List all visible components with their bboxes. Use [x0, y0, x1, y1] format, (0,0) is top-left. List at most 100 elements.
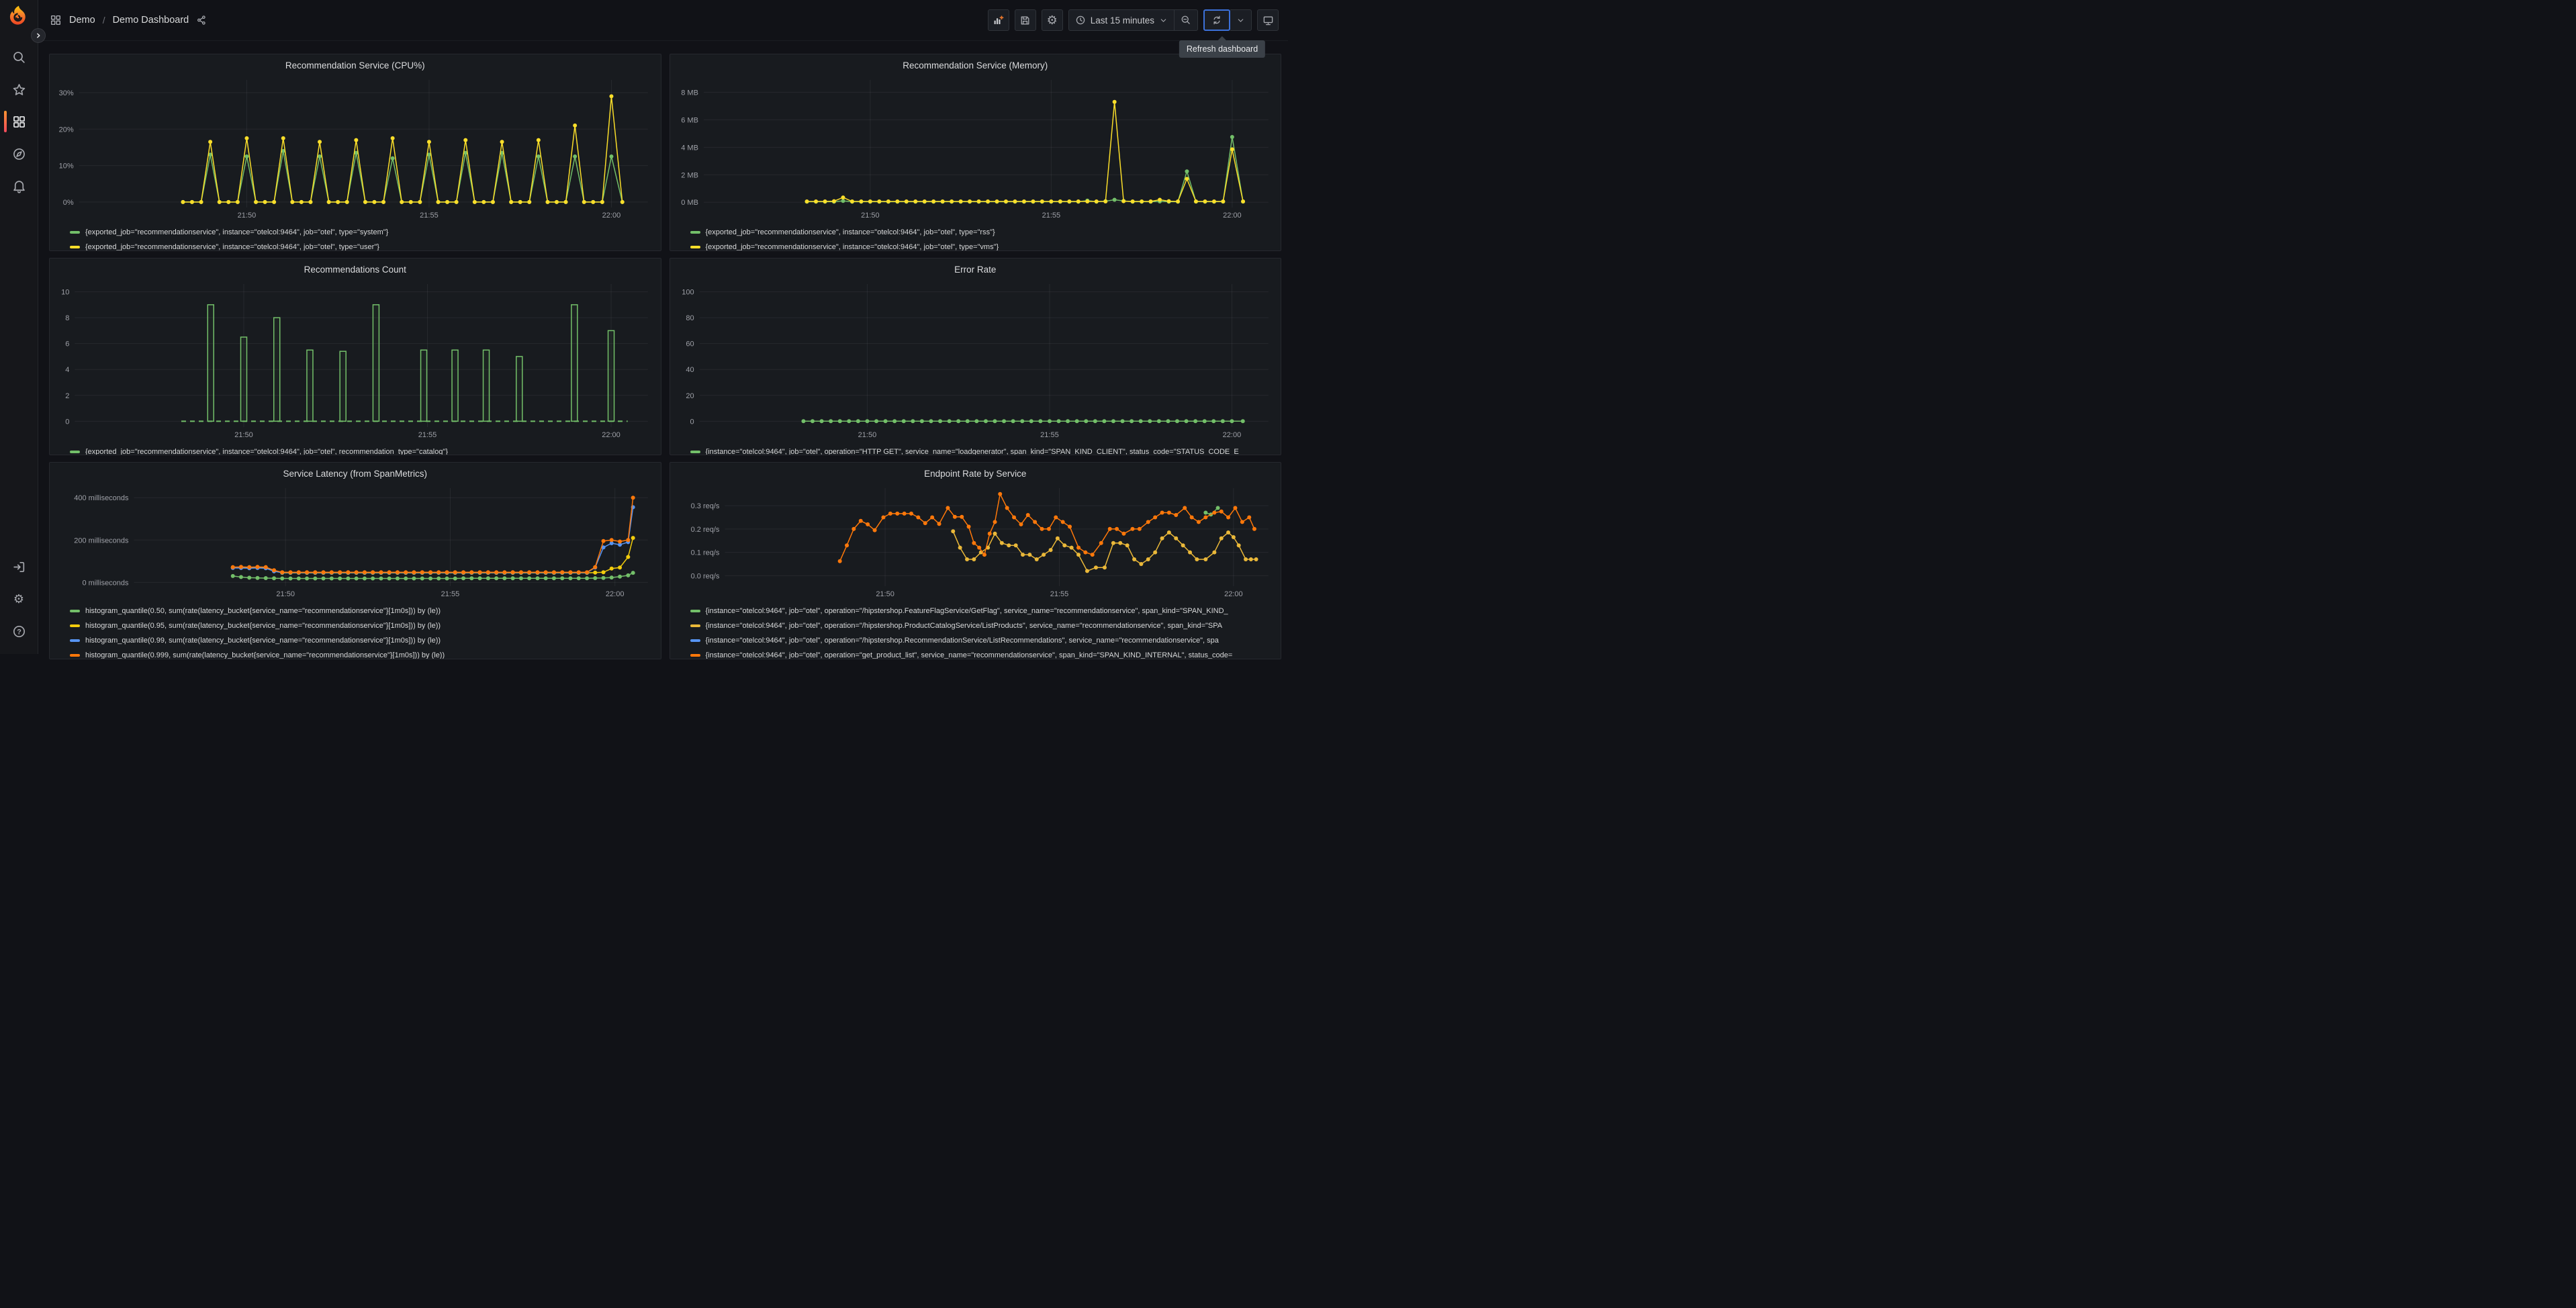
- svg-text:21:55: 21:55: [441, 590, 460, 598]
- legend-label: histogram_quantile(0.99, sum(rate(latenc…: [85, 637, 441, 645]
- legend-item[interactable]: {instance="otelcol:9464", job="otel", op…: [690, 618, 1275, 633]
- sidebar-item-settings[interactable]: ⚙: [0, 583, 38, 615]
- legend-label: {instance="otelcol:9464", job="otel", op…: [705, 448, 1239, 455]
- refresh-interval-dropdown[interactable]: [1230, 9, 1252, 31]
- panel-title[interactable]: Recommendation Service (Memory): [677, 58, 1275, 73]
- svg-text:6 MB: 6 MB: [681, 116, 698, 124]
- legend-label: histogram_quantile(0.999, sum(rate(laten…: [85, 651, 445, 659]
- legend-item[interactable]: {exported_job="recommendationservice", i…: [70, 225, 654, 240]
- svg-text:100: 100: [682, 289, 694, 297]
- legend-item[interactable]: {instance="otelcol:9464", job="otel", op…: [690, 445, 1275, 455]
- svg-text:21:55: 21:55: [1050, 590, 1068, 598]
- legend-label: {exported_job="recommendationservice", i…: [705, 228, 995, 236]
- time-series-chart[interactable]: 21:50 21:55 22:00 0 20 40 60 80 100: [677, 277, 1275, 442]
- svg-text:8: 8: [65, 314, 69, 322]
- legend-item[interactable]: {exported_job="recommendationservice", i…: [690, 225, 1275, 240]
- zoom-out-icon: [1181, 15, 1190, 24]
- sidebar-item-dashboards[interactable]: [0, 105, 38, 138]
- dashboard-toolbar: ⚙ Last 15 minutes: [987, 9, 1279, 31]
- active-indicator: [4, 111, 7, 132]
- svg-text:21:55: 21:55: [1040, 431, 1059, 439]
- legend: {exported_job="recommendationservice", i…: [70, 445, 654, 455]
- panel-title[interactable]: Error Rate: [677, 263, 1275, 277]
- dashboard-settings-button[interactable]: ⚙: [1041, 9, 1063, 31]
- time-range-button[interactable]: Last 15 minutes: [1068, 9, 1175, 31]
- breadcrumb-dashboard[interactable]: Demo Dashboard: [113, 15, 189, 26]
- bar-chart[interactable]: 21:50 21:55 22:00 0 2 4 6 8 10: [56, 277, 654, 442]
- legend-item[interactable]: {instance="otelcol:9464", job="otel", op…: [690, 633, 1275, 648]
- time-series-chart[interactable]: 21:50 21:55 22:00 0 MB 2 MB 4 MB 6 MB 8 MB: [677, 73, 1275, 222]
- gear-icon: ⚙: [13, 592, 25, 606]
- legend-swatch: [70, 624, 80, 627]
- add-panel-button[interactable]: [987, 9, 1009, 31]
- svg-text:200 milliseconds: 200 milliseconds: [74, 536, 129, 545]
- legend-label: {exported_job="recommendationservice", i…: [85, 228, 389, 236]
- svg-text:0.3 req/s: 0.3 req/s: [690, 502, 719, 510]
- legend-label: {instance="otelcol:9464", job="otel", op…: [705, 607, 1228, 615]
- panel-error-rate: Error Rate 21:50 21:55 22:00 0 20 40 60 80 100 {…: [669, 258, 1281, 455]
- refresh-dashboard-button[interactable]: [1203, 9, 1230, 31]
- legend-item[interactable]: {exported_job="recommendationservice", i…: [690, 240, 1275, 251]
- legend-label: histogram_quantile(0.95, sum(rate(latenc…: [85, 622, 441, 630]
- panel-recommendation-memory: Recommendation Service (Memory) 21:50 21:…: [669, 54, 1281, 251]
- svg-text:400 milliseconds: 400 milliseconds: [74, 494, 129, 502]
- legend-item[interactable]: histogram_quantile(0.999, sum(rate(laten…: [70, 648, 654, 659]
- legend: {exported_job="recommendationservice", i…: [690, 225, 1275, 251]
- svg-text:21:55: 21:55: [1042, 212, 1060, 220]
- svg-text:21:50: 21:50: [858, 431, 876, 439]
- zoom-out-button[interactable]: [1175, 9, 1198, 31]
- legend-item[interactable]: histogram_quantile(0.50, sum(rate(latenc…: [70, 604, 654, 618]
- panel-recommendations-count: Recommendations Count 21:50 21:55 22:00 0 2 4…: [49, 258, 661, 455]
- legend-item[interactable]: {exported_job="recommendationservice", i…: [70, 445, 654, 455]
- monitor-icon: [1263, 16, 1273, 25]
- sidebar-item-sign-in[interactable]: [0, 551, 38, 583]
- grafana-logo[interactable]: [6, 5, 32, 30]
- svg-text:8 MB: 8 MB: [681, 89, 698, 97]
- panel-title[interactable]: Recommendation Service (CPU%): [56, 58, 654, 73]
- save-dashboard-button[interactable]: [1014, 9, 1036, 31]
- apps-grid-icon: [50, 15, 61, 26]
- share-icon[interactable]: [196, 15, 207, 26]
- legend-label: {exported_job="recommendationservice", i…: [85, 243, 379, 251]
- svg-text:21:55: 21:55: [420, 212, 439, 220]
- panel-title[interactable]: Endpoint Rate by Service: [677, 467, 1275, 481]
- legend-label: histogram_quantile(0.50, sum(rate(latenc…: [85, 607, 441, 615]
- svg-text:80: 80: [686, 314, 694, 322]
- legend-item[interactable]: {instance="otelcol:9464", job="otel", op…: [690, 648, 1275, 659]
- svg-text:0 milliseconds: 0 milliseconds: [82, 579, 129, 587]
- legend-swatch: [690, 654, 700, 657]
- panel-title[interactable]: Recommendations Count: [56, 263, 654, 277]
- sidebar-item-explore[interactable]: [0, 138, 38, 170]
- time-series-chart[interactable]: 21:50 21:55 22:00 0% 10% 20% 30%: [56, 73, 654, 222]
- sidebar-item-search[interactable]: [0, 41, 38, 73]
- legend-label: {instance="otelcol:9464", job="otel", op…: [705, 637, 1219, 645]
- legend-label: {exported_job="recommendationservice", i…: [705, 243, 999, 251]
- svg-text:0.2 req/s: 0.2 req/s: [690, 526, 719, 534]
- legend-item[interactable]: {exported_job="recommendationservice", i…: [70, 240, 654, 251]
- svg-text:10: 10: [61, 289, 69, 297]
- dashboard-grid: Recommendation Service (CPU%) 21:50 21:55…: [38, 41, 1288, 659]
- legend-label: {instance="otelcol:9464", job="otel", op…: [705, 622, 1223, 630]
- time-series-chart[interactable]: 21:50 21:55 22:00 0.0 req/s 0.1 req/s 0.2 req…: [677, 481, 1275, 601]
- legend-swatch: [690, 231, 700, 234]
- breadcrumb: Demo / Demo Dashboard: [50, 14, 207, 26]
- svg-text:22:00: 22:00: [1223, 212, 1242, 220]
- sidebar-expand-button[interactable]: [31, 28, 46, 43]
- legend-item[interactable]: histogram_quantile(0.99, sum(rate(latenc…: [70, 633, 654, 648]
- time-picker: Last 15 minutes: [1068, 9, 1198, 31]
- svg-text:21:55: 21:55: [418, 431, 437, 439]
- time-series-chart[interactable]: 21:50 21:55 22:00 0 milliseconds 200 millise…: [56, 481, 654, 601]
- legend-swatch: [70, 246, 80, 248]
- legend-item[interactable]: histogram_quantile(0.95, sum(rate(latenc…: [70, 618, 654, 633]
- svg-text:0.0 req/s: 0.0 req/s: [690, 572, 719, 580]
- refresh-picker: [1203, 9, 1252, 31]
- svg-text:21:50: 21:50: [876, 590, 894, 598]
- legend-item[interactable]: {instance="otelcol:9464", job="otel", op…: [690, 604, 1275, 618]
- sidebar-item-help[interactable]: ?: [0, 615, 38, 647]
- panel-title[interactable]: Service Latency (from SpanMetrics): [56, 467, 654, 481]
- legend-swatch: [690, 246, 700, 248]
- tv-cycle-button[interactable]: [1257, 9, 1279, 31]
- sidebar-item-starred[interactable]: [0, 73, 38, 105]
- sidebar-item-alerting[interactable]: [0, 170, 38, 202]
- breadcrumb-folder[interactable]: Demo: [69, 15, 95, 26]
